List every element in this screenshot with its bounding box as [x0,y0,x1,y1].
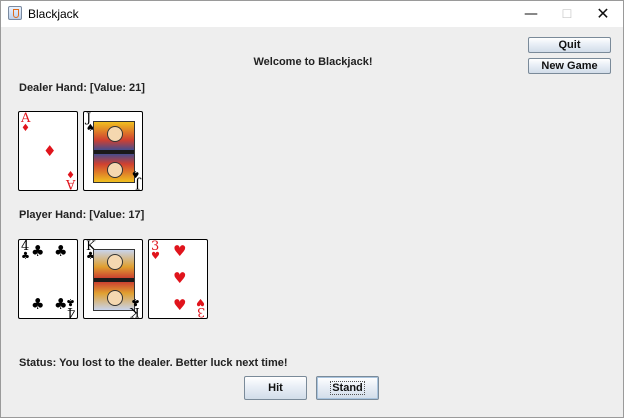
window-title: Blackjack [28,7,79,21]
close-button[interactable]: ✕ [585,1,621,27]
dealer-hand-label: Dealer Hand: [Value: 21] [19,82,145,94]
minimize-button[interactable]: — [513,1,549,27]
welcome-heading: Welcome to Blackjack! [253,56,373,68]
card-rank: K [130,304,140,319]
heart-pip-icon: ♥ [173,269,187,287]
player-card: 4 ♣ ♣ ♣ ♣ ♣ ♣ 4 [18,239,78,319]
maximize-button[interactable]: ☐ [549,1,585,27]
card-rank: A [65,176,75,191]
card-rank: J [134,176,140,191]
heart-suit-icon: ♥ [151,251,160,262]
title-bar[interactable]: Blackjack — ☐ ✕ [1,1,623,27]
king-face-art [93,249,135,311]
quit-button[interactable]: Quit [528,37,611,53]
player-card: 3 ♥ ♥ ♥ ♥ ♥ 3 [148,239,208,319]
diamond-pip-icon: ♦ [43,142,57,160]
card-rank: 3 [196,304,205,319]
stand-button[interactable]: Stand [316,376,379,400]
player-card: K ♣ ♣ K [83,239,143,319]
heart-pip-icon: ♥ [173,242,187,260]
heart-pip-icon: ♥ [173,296,187,314]
club-suit-icon: ♣ [21,251,30,262]
club-pip-icon: ♣ [31,295,45,313]
club-pip-icon: ♣ [54,242,68,260]
card-rank: 4 [66,304,75,319]
dealer-card: A ♦ ♦ ♦ A [18,111,78,191]
java-app-icon [8,6,22,20]
diamond-suit-icon: ♦ [21,123,30,134]
club-pip-icon: ♣ [31,242,45,260]
status-message: Status: You lost to the dealer. Better l… [19,357,288,369]
stand-button-label: Stand [330,381,365,395]
player-hand-label: Player Hand: [Value: 17] [19,209,145,221]
hit-button[interactable]: Hit [244,376,307,400]
jack-face-art [93,121,135,183]
dealer-card: J ♠ ♠ J [83,111,143,191]
blackjack-window: Blackjack — ☐ ✕ Quit New Game Welcome to… [0,0,624,418]
